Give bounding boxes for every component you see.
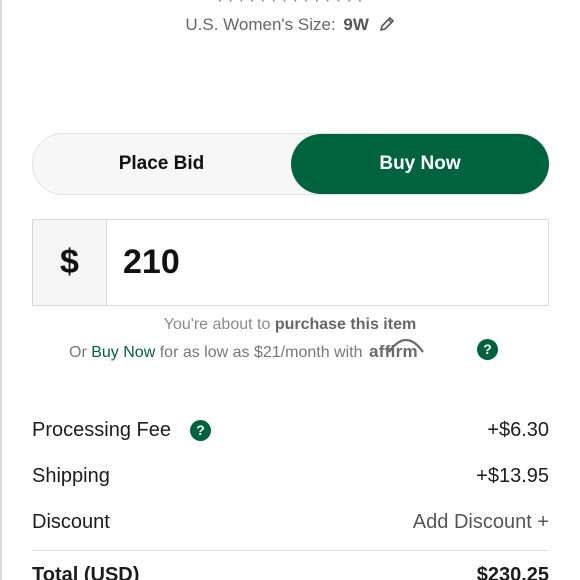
pencil-icon[interactable] [379,16,395,37]
buy-now-link[interactable]: Buy Now [91,344,155,361]
total-row: Total (USD) $230.25 [32,564,549,580]
affirm-logo: affirm [369,338,424,361]
discount-label: Discount [32,511,110,533]
currency-symbol: $ [33,220,107,305]
size-line: U.S. Women's Size: 9W [0,15,580,37]
processing-fee-help-icon[interactable]: ? [190,420,211,441]
product-details-cut-off: · · · · · · · · · · · · · · [0,0,580,10]
total-value: $230.25 [476,564,549,580]
bid-buy-toggle: Place Bid Buy Now [32,133,549,195]
price-input-group: $ 210 [32,219,549,306]
shipping-label: Shipping [32,465,110,487]
shipping-row: Shipping +$13.95 [32,465,549,493]
shipping-value: +$13.95 [476,465,549,487]
discount-row: Discount Add Discount + [32,511,549,539]
total-label: Total (USD) [32,564,140,580]
processing-fee-value: +$6.30 [487,419,549,441]
add-discount-button[interactable]: Add Discount + [413,511,549,534]
place-bid-tab[interactable]: Place Bid [33,134,290,194]
processing-fee-row: Processing Fee ? +$6.30 [32,419,549,447]
purchase-note-prefix: You're about to [163,316,271,333]
purchase-note-action: purchase this item [274,316,417,333]
affirm-arc-icon [388,338,424,353]
financing-text: for as low as $21/month with [159,344,363,361]
summary-divider [32,550,549,551]
financing-help-icon[interactable]: ? [477,339,498,360]
purchase-note: You're about to purchase this item [0,316,580,334]
window-edge [0,0,2,580]
processing-fee-label: Processing Fee [32,419,171,441]
size-label: U.S. Women's Size: [185,15,336,34]
buy-now-tab[interactable]: Buy Now [291,134,549,194]
financing-note: Or Buy Now for as low as $21/month with … [69,338,424,362]
size-value: 9W [343,15,369,34]
price-input[interactable]: 210 [123,220,180,305]
financing-or: Or [69,344,87,361]
